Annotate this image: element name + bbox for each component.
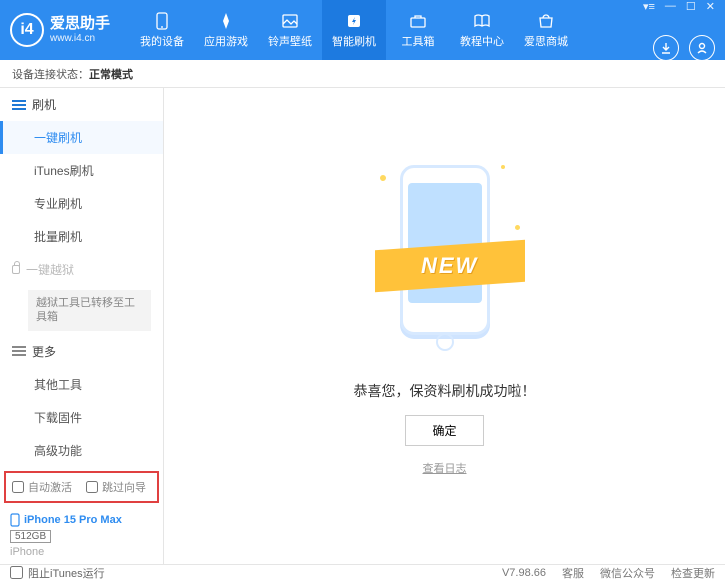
nav-tutorials[interactable]: 教程中心 [450, 0, 514, 60]
storage-badge: 512GB [10, 530, 51, 543]
sidebar-item-pro-flash[interactable]: 专业刷机 [0, 187, 163, 220]
flash-icon [344, 12, 364, 30]
phone-icon [10, 513, 20, 527]
lock-icon [12, 265, 20, 274]
nav-ringtone-wallpaper[interactable]: 铃声壁纸 [258, 0, 322, 60]
sidebar-group-jailbreak: 一键越狱 [0, 253, 163, 286]
app-name: 爱思助手 [50, 16, 110, 33]
nav-my-device[interactable]: 我的设备 [130, 0, 194, 60]
device-info: iPhone 15 Pro Max 512GB iPhone [0, 507, 163, 564]
skip-guide-checkbox[interactable]: 跳过向导 [86, 479, 146, 495]
sidebar-item-itunes-flash[interactable]: iTunes刷机 [0, 154, 163, 187]
block-itunes-checkbox[interactable]: 阻止iTunes运行 [10, 565, 105, 581]
sidebar-item-advanced[interactable]: 高级功能 [0, 434, 163, 467]
download-button[interactable] [653, 35, 679, 61]
auto-activate-checkbox[interactable]: 自动激活 [12, 479, 72, 495]
nav-store[interactable]: 爱思商城 [514, 0, 578, 60]
nav-apps-games[interactable]: 应用游戏 [194, 0, 258, 60]
sidebar-item-other-tools[interactable]: 其他工具 [0, 368, 163, 401]
toolbox-icon [408, 12, 428, 30]
maximize-icon[interactable]: ☐ [686, 0, 696, 13]
close-icon[interactable]: ✕ [706, 0, 715, 13]
footer: 阻止iTunes运行 V7.98.66 客服 微信公众号 检查更新 [0, 564, 725, 581]
nav-toolbox[interactable]: 工具箱 [386, 0, 450, 60]
wallpaper-icon [280, 12, 300, 30]
sidebar-group-more[interactable]: 更多 [0, 335, 163, 368]
new-ribbon: NEW [375, 240, 525, 292]
book-icon [472, 12, 492, 30]
status-bar: 设备连接状态：正常模式 [0, 60, 725, 88]
jailbreak-note: 越狱工具已转移至工具箱 [28, 290, 151, 331]
success-message: 恭喜您，保资料刷机成功啦！ [354, 381, 536, 401]
sidebar-group-flash[interactable]: 刷机 [0, 88, 163, 121]
sidebar-item-batch-flash[interactable]: 批量刷机 [0, 220, 163, 253]
window-controls: ▾≡ — ☐ ✕ [643, 0, 715, 13]
nav-smart-flash[interactable]: 智能刷机 [322, 0, 386, 60]
version-label: V7.98.66 [502, 567, 546, 579]
device-icon [152, 12, 172, 30]
status-mode: 正常模式 [89, 66, 133, 82]
logo-icon: i4 [10, 13, 44, 47]
app-url: www.i4.cn [50, 33, 110, 44]
options-highlight-box: 自动激活 跳过向导 [4, 471, 159, 503]
user-button[interactable] [689, 35, 715, 61]
sidebar: 刷机 一键刷机 iTunes刷机 专业刷机 批量刷机 一键越狱 越狱工具已转移至… [0, 88, 164, 564]
apps-icon [216, 12, 236, 30]
sidebar-item-oneclick-flash[interactable]: 一键刷机 [0, 121, 163, 154]
minimize-icon[interactable]: — [665, 0, 676, 13]
store-icon [536, 12, 556, 30]
list-icon [12, 104, 26, 106]
view-log-link[interactable]: 查看日志 [423, 460, 467, 476]
success-illustration: NEW [380, 155, 510, 365]
nav-tabs: 我的设备 应用游戏 铃声壁纸 智能刷机 工具箱 教程中心 爱思商城 [130, 0, 578, 60]
sidebar-item-download-firmware[interactable]: 下载固件 [0, 401, 163, 434]
list-icon [12, 350, 26, 352]
logo: i4 爱思助手 www.i4.cn [10, 13, 110, 47]
menu-icon[interactable]: ▾≡ [643, 0, 655, 13]
footer-wechat[interactable]: 微信公众号 [600, 565, 655, 581]
ok-button[interactable]: 确定 [405, 415, 483, 446]
footer-update[interactable]: 检查更新 [671, 565, 715, 581]
footer-support[interactable]: 客服 [562, 565, 584, 581]
main-content: NEW 恭喜您，保资料刷机成功啦！ 确定 查看日志 [164, 88, 725, 564]
titlebar: i4 爱思助手 www.i4.cn 我的设备 应用游戏 铃声壁纸 智能刷机 工具… [0, 0, 725, 60]
